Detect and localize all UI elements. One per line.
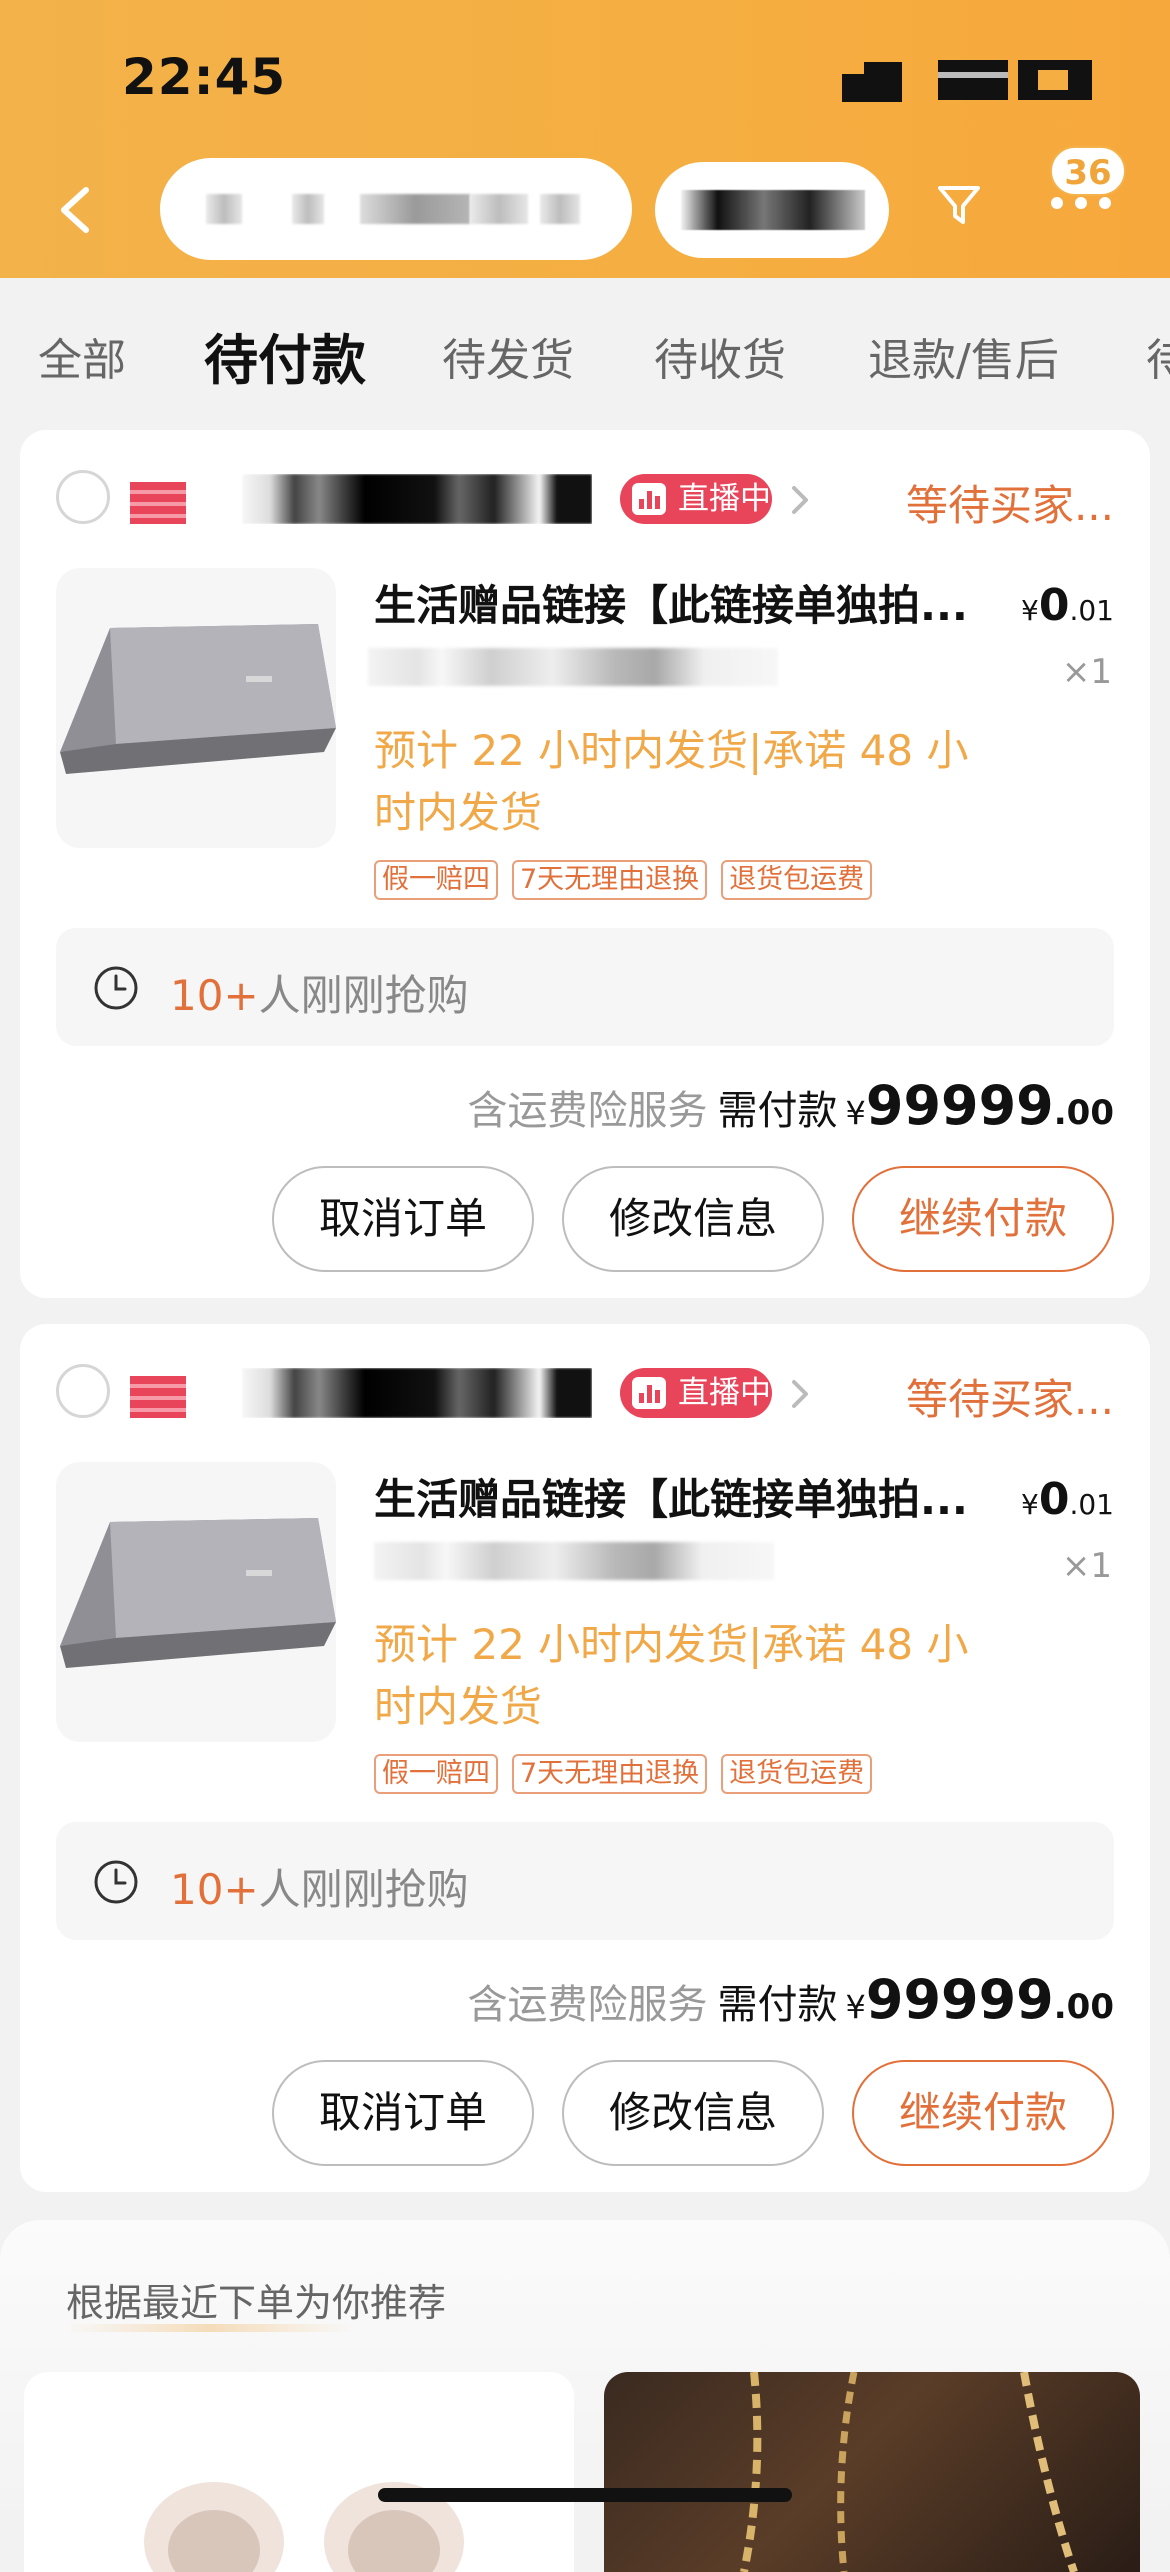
tab-pending-payment[interactable]: 待付款 — [204, 316, 366, 395]
tab-pending-review[interactable]: 待 — [1146, 324, 1170, 388]
shipping-promise: 预计 22 小时内发货|承诺 48 小 时内发货 — [374, 1620, 969, 1731]
service-tags: 假一赔四 7天无理由退换 退货包运费 — [374, 860, 873, 900]
back-button[interactable] — [52, 180, 100, 240]
live-badge[interactable]: 直播中 — [620, 474, 772, 524]
rush-text: 10+人刚刚抢购 — [170, 971, 469, 1020]
product-title[interactable]: 生活赠品链接【此链接单独拍... — [374, 1466, 1014, 1527]
shop-logo — [130, 1376, 186, 1418]
clock-icon — [94, 966, 138, 1010]
quantity: ×1 — [1061, 1546, 1112, 1586]
tab-pending-receipt[interactable]: 待收货 — [654, 324, 786, 388]
order-status: 等待买家... — [905, 1375, 1114, 1424]
tag-return-shipping: 退货包运费 — [721, 860, 873, 900]
chevron-left-icon — [61, 187, 89, 233]
shop-name-redacted[interactable] — [242, 474, 592, 524]
tab-all[interactable]: 全部 — [38, 324, 126, 388]
shop-name-redacted[interactable] — [242, 1368, 592, 1418]
chevron-right-icon — [792, 486, 808, 514]
shipping-promise: 预计 22 小时内发货|承诺 48 小 时内发货 — [374, 726, 969, 837]
select-radio[interactable] — [56, 470, 110, 524]
live-badge[interactable]: 直播中 — [620, 1368, 772, 1418]
need-pay-label: 需付款 — [717, 1088, 838, 1134]
product-image[interactable] — [56, 568, 336, 848]
product-image[interactable] — [56, 1462, 336, 1742]
product-price: ¥0.01 — [1021, 1474, 1114, 1525]
home-indicator[interactable] — [378, 2488, 792, 2502]
order-card: 直播中 等待买家... 生活赠品链接【此链接单独拍... ¥0.01 ×1 预计… — [20, 430, 1150, 1298]
product-spec-redacted — [368, 648, 778, 686]
product-photo — [60, 1518, 336, 1668]
status-time: 22:45 — [122, 48, 287, 106]
funnel-icon — [938, 186, 980, 224]
product-price: ¥0.01 — [1021, 580, 1114, 631]
recommend-title: 根据最近下单为你推荐 — [66, 2281, 447, 2325]
live-bars-icon — [632, 1377, 666, 1409]
tag-return-shipping: 退货包运费 — [721, 1754, 873, 1794]
service-text: 含运费险服务 — [467, 1982, 708, 2028]
rush-purchase-bar: 10+人刚刚抢购 — [56, 928, 1114, 1046]
shop-logo — [130, 482, 186, 524]
select-radio[interactable] — [56, 1364, 110, 1418]
live-label: 直播中 — [678, 1375, 771, 1411]
tag-7day-return: 7天无理由退换 — [512, 860, 708, 900]
recommend-item[interactable] — [604, 2372, 1140, 2572]
more-button[interactable] — [1048, 188, 1114, 218]
modify-info-button[interactable]: 修改信息 — [562, 1166, 824, 1272]
filter-button[interactable] — [936, 182, 982, 228]
modify-info-button[interactable]: 修改信息 — [562, 2060, 824, 2166]
rush-purchase-bar: 10+人刚刚抢购 — [56, 1822, 1114, 1940]
service-tags: 假一赔四 7天无理由退换 退货包运费 — [374, 1754, 873, 1794]
order-status: 等待买家... — [905, 481, 1114, 530]
cancel-order-button[interactable]: 取消订单 — [272, 1166, 534, 1272]
recommend-item[interactable] — [24, 2372, 574, 2572]
tag-fake-compensate: 假一赔四 — [374, 860, 498, 900]
service-text: 含运费险服务 — [467, 1088, 708, 1134]
cancel-order-button[interactable]: 取消订单 — [272, 2060, 534, 2166]
tab-refund-aftersales[interactable]: 退款/售后 — [868, 324, 1059, 388]
order-card: 直播中 等待买家... 生活赠品链接【此链接单独拍... ¥0.01 ×1 预计… — [20, 1324, 1150, 2192]
continue-pay-button[interactable]: 继续付款 — [852, 2060, 1114, 2166]
clock-icon — [94, 1860, 138, 1904]
recommend-section: 根据最近下单为你推荐 — [0, 2220, 1170, 2572]
shop-filter-pill[interactable] — [655, 162, 889, 258]
live-label: 直播中 — [678, 481, 771, 517]
order-total: 含运费险服务 需付款 ¥99999.00 — [467, 1074, 1114, 1137]
need-pay-label: 需付款 — [717, 1982, 838, 2028]
top-header: 22:45 36 — [0, 0, 1170, 278]
rush-text: 10+人刚刚抢购 — [170, 1865, 469, 1914]
product-photo — [60, 624, 336, 774]
order-status-tabs: 全部 待付款 待发货 待收货 退款/售后 待 — [0, 278, 1170, 428]
necklace-photo — [740, 2372, 1078, 2572]
product-spec-redacted — [374, 1542, 774, 1580]
product-title[interactable]: 生活赠品链接【此链接单独拍... — [374, 572, 1014, 633]
chevron-right-icon — [792, 1380, 808, 1408]
quantity: ×1 — [1061, 652, 1112, 692]
order-total: 含运费险服务 需付款 ¥99999.00 — [467, 1968, 1114, 2031]
shoes-photo — [144, 2482, 464, 2572]
tag-fake-compensate: 假一赔四 — [374, 1754, 498, 1794]
tag-7day-return: 7天无理由退换 — [512, 1754, 708, 1794]
live-bars-icon — [632, 483, 666, 515]
status-icons-redacted — [842, 58, 1092, 102]
search-input[interactable] — [160, 158, 632, 260]
tab-pending-shipment[interactable]: 待发货 — [442, 324, 574, 388]
more-dots-icon — [1051, 197, 1111, 209]
continue-pay-button[interactable]: 继续付款 — [852, 1166, 1114, 1272]
